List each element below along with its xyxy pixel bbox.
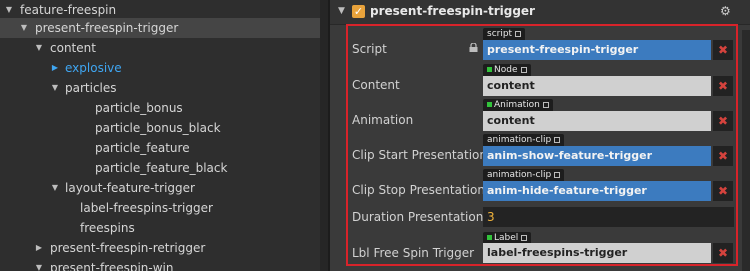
expand-arrow-icon[interactable]: ▶ — [34, 238, 44, 258]
collapse-arrow-icon[interactable]: ▼ — [34, 38, 44, 58]
property-label-script: Script — [352, 42, 387, 56]
tree-node-content[interactable]: ▼ content — [0, 38, 320, 58]
type-tag-label: Label — [494, 233, 519, 243]
tree-node-present-freespin-trigger[interactable]: ▼ present-freespin-trigger — [0, 18, 320, 38]
type-tag-script[interactable]: script — [483, 28, 526, 40]
type-tag-animation-clip[interactable]: animation-clip — [483, 169, 565, 181]
collapse-arrow-icon[interactable]: ▼ — [4, 0, 14, 20]
inspector-scrollbar[interactable] — [742, 30, 750, 271]
tree-node-label: present-freespin-retrigger — [50, 241, 206, 255]
component-enabled-checkbox[interactable]: ✓ — [352, 5, 365, 18]
tree-node-label: present-freespin-win — [50, 261, 174, 271]
collapse-arrow-icon[interactable]: ▼ — [50, 178, 60, 198]
collapse-arrow-icon[interactable]: ▼ — [19, 18, 29, 38]
property-label-clip-stop: Clip Stop Presentation — [352, 183, 485, 197]
tree-node-label: layout-feature-trigger — [65, 181, 195, 195]
tree-node-particle-bonus[interactable]: particle_bonus — [0, 98, 320, 118]
animation-field[interactable]: content — [483, 111, 711, 131]
collapse-arrow-icon[interactable]: ▼ — [338, 6, 345, 16]
lbl-free-spin-field[interactable]: label-freespins-trigger — [483, 243, 711, 263]
type-tag-label: Node — [494, 65, 518, 75]
tree-node-particle-bonus-black[interactable]: particle_bonus_black — [0, 118, 320, 138]
tree-node-particle-feature[interactable]: particle_feature — [0, 138, 320, 158]
lock-icon — [469, 43, 478, 52]
tree-node-present-freespin-retrigger[interactable]: ▶ present-freespin-retrigger — [0, 238, 320, 258]
property-label-animation: Animation — [352, 113, 414, 127]
tree-node-label: label-freespins-trigger — [80, 201, 213, 215]
component-title: present-freespin-trigger — [370, 4, 535, 18]
type-tag-label: animation-clip — [487, 135, 552, 145]
clear-lbl-free-spin-button[interactable]: ✖ — [713, 243, 733, 263]
tree-node-label: particle_bonus_black — [95, 121, 221, 135]
inspector-panel: ▼ ✓ present-freespin-trigger ⚙ Script sc… — [330, 0, 750, 271]
type-tag-label: Animation — [494, 100, 540, 110]
tree-node-freespins[interactable]: freespins — [0, 218, 320, 238]
open-link-icon[interactable] — [542, 101, 549, 108]
tree-node-label: feature-freespin — [20, 3, 117, 17]
hierarchy-scrollbar[interactable] — [320, 0, 328, 271]
tree-node-label: content — [50, 41, 96, 55]
collapse-arrow-icon[interactable]: ▼ — [34, 258, 44, 271]
property-label-duration: Duration Presentation — [352, 210, 484, 224]
clip-start-field[interactable]: anim-show-feature-trigger — [483, 146, 711, 166]
open-link-icon[interactable] — [554, 171, 561, 178]
open-link-icon[interactable] — [515, 30, 522, 37]
script-field[interactable]: present-freespin-trigger — [483, 40, 711, 60]
tree-node-label-freespins-trigger[interactable]: label-freespins-trigger — [0, 198, 320, 218]
tree-node-label: particle_bonus — [95, 101, 183, 115]
clear-content-button[interactable]: ✖ — [713, 76, 733, 96]
tree-node-label: explosive — [65, 61, 122, 75]
open-link-icon[interactable] — [520, 66, 527, 73]
clear-script-button[interactable]: ✖ — [713, 40, 733, 60]
component-type-icon — [487, 235, 492, 240]
type-tag-animation[interactable]: Animation — [483, 99, 553, 111]
clear-clip-start-button[interactable]: ✖ — [713, 146, 733, 166]
expand-arrow-icon[interactable]: ▶ — [50, 58, 60, 78]
tree-node-label: present-freespin-trigger — [35, 21, 179, 35]
duration-number-input[interactable]: 3 — [483, 207, 734, 227]
clip-stop-field[interactable]: anim-hide-feature-trigger — [483, 181, 711, 201]
tree-node-particles[interactable]: ▼ particles — [0, 78, 320, 98]
collapse-arrow-icon[interactable]: ▼ — [50, 78, 60, 98]
content-field[interactable]: content — [483, 76, 711, 96]
type-tag-label: script — [487, 29, 513, 39]
open-link-icon[interactable] — [554, 136, 561, 143]
clear-clip-stop-button[interactable]: ✖ — [713, 181, 733, 201]
property-label-clip-start: Clip Start Presentation — [352, 148, 487, 162]
component-type-icon — [487, 102, 492, 107]
clear-animation-button[interactable]: ✖ — [713, 111, 733, 131]
tree-node-feature-freespin[interactable]: ▼ feature-freespin — [0, 0, 320, 20]
tree-node-label: particles — [65, 81, 117, 95]
type-tag-label: animation-clip — [487, 170, 552, 180]
gear-icon[interactable]: ⚙ — [720, 4, 731, 18]
hierarchy-panel: ▼ feature-freespin ▼ present-freespin-tr… — [0, 0, 320, 271]
type-tag-node[interactable]: Node — [483, 64, 531, 76]
component-header[interactable]: ▼ ✓ present-freespin-trigger ⚙ — [330, 0, 750, 25]
tree-node-label: freespins — [80, 221, 135, 235]
tree-node-present-freespin-win[interactable]: ▼ present-freespin-win — [0, 258, 320, 271]
type-tag-animation-clip[interactable]: animation-clip — [483, 134, 565, 146]
tree-node-label: particle_feature — [95, 141, 190, 155]
property-label-content: Content — [352, 78, 400, 92]
tree-node-particle-feature-black[interactable]: particle_feature_black — [0, 158, 320, 178]
property-label-lbl-free-spin: Lbl Free Spin Trigger — [352, 246, 475, 260]
tree-node-layout-feature-trigger[interactable]: ▼ layout-feature-trigger — [0, 178, 320, 198]
tree-node-label: particle_feature_black — [95, 161, 228, 175]
open-link-icon[interactable] — [521, 234, 528, 241]
tree-node-explosive[interactable]: ▶ explosive — [0, 58, 320, 78]
node-type-icon — [487, 67, 492, 72]
